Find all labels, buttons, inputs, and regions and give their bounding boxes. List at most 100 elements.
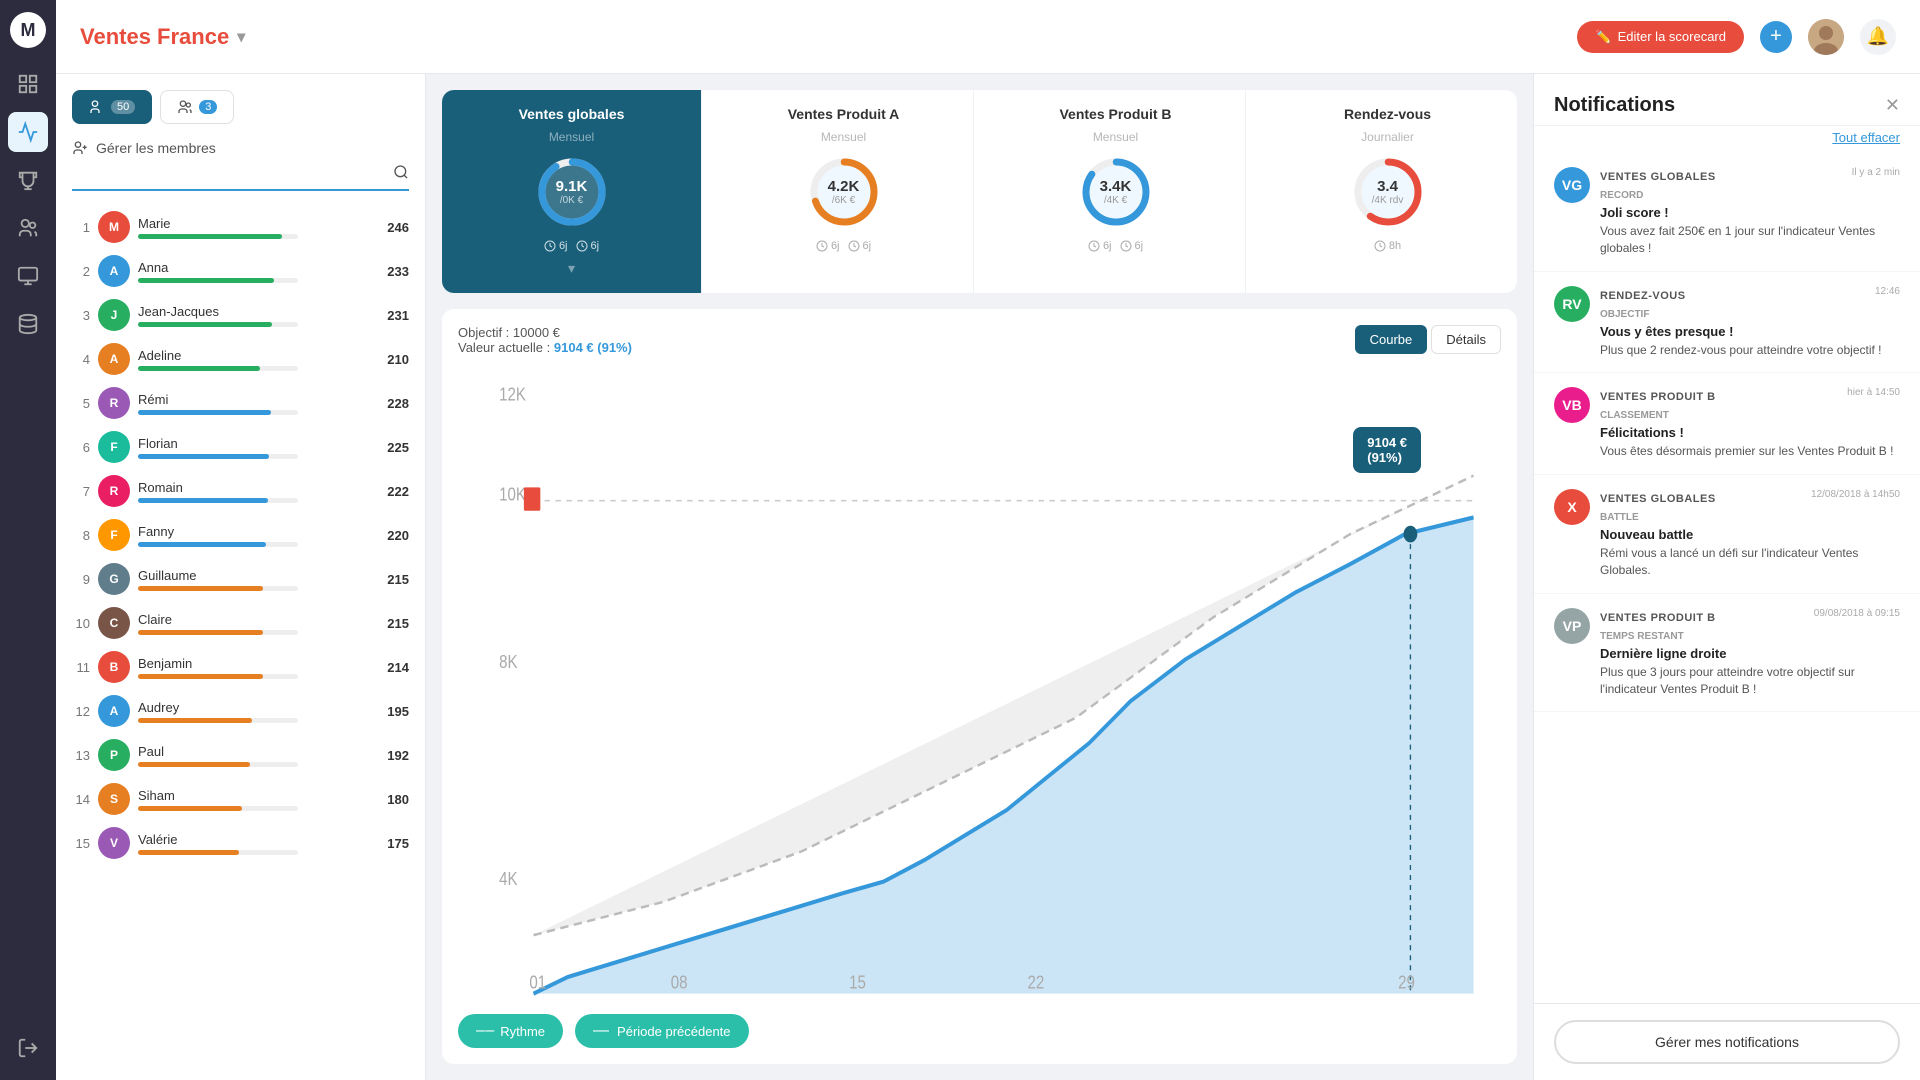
search-input[interactable]	[72, 167, 393, 183]
kpi-card-ventes_produit_a[interactable]: Ventes Produit A Mensuel 4.2K /6K € 6j 6…	[714, 90, 974, 293]
notif-header: Notifications ✕	[1534, 74, 1920, 126]
member-bar-bg	[138, 718, 298, 723]
member-score: 222	[377, 484, 409, 499]
list-item[interactable]: 1 M Marie 246	[72, 207, 409, 247]
list-item[interactable]: VB VENTES PRODUIT B CLASSEMENT hier à 14…	[1534, 373, 1920, 475]
member-rank: 8	[72, 528, 90, 543]
list-item[interactable]: 10 C Claire 215	[72, 603, 409, 643]
sidebar: M	[0, 0, 56, 1080]
avatar: C	[98, 607, 130, 639]
sidebar-item-trophy[interactable]	[8, 160, 48, 200]
edit-scorecard-button[interactable]: ✏️ Editer la scorecard	[1577, 21, 1744, 53]
list-item[interactable]: 5 R Rémi 228	[72, 383, 409, 423]
manage-notifications-button[interactable]: Gérer mes notifications	[1554, 1020, 1900, 1064]
close-notifications-button[interactable]: ✕	[1885, 95, 1900, 116]
member-rank: 7	[72, 484, 90, 499]
list-item[interactable]: 12 A Audrey 195	[72, 691, 409, 731]
member-rank: 6	[72, 440, 90, 455]
clear-all-link[interactable]: Tout effacer	[1534, 126, 1920, 153]
legend-periode-label: Période précédente	[617, 1024, 730, 1039]
kpi-meta: 6j 6j	[544, 240, 599, 252]
manage-members-link[interactable]: Gérer les membres	[72, 140, 409, 156]
list-item[interactable]: 3 J Jean-Jacques 231	[72, 295, 409, 335]
kpi-circle: 9.1K /0K €	[532, 152, 612, 232]
legend-rythme-btn[interactable]: – – Rythme	[458, 1014, 563, 1048]
sidebar-item-dashboard[interactable]	[8, 64, 48, 104]
logo-letter: M	[21, 20, 36, 41]
kpi-title: Ventes globales	[519, 106, 625, 122]
sidebar-item-team[interactable]	[8, 208, 48, 248]
member-score: 180	[377, 792, 409, 807]
legend-periode-btn[interactable]: — Période précédente	[575, 1014, 748, 1048]
list-item[interactable]: 7 R Romain 222	[72, 471, 409, 511]
kpi-card-ventes_globales[interactable]: Ventes globales Mensuel 9.1K /0K € 6j 6j…	[442, 90, 702, 293]
notif-item-title: Vous y êtes presque !	[1600, 324, 1900, 339]
member-bar	[138, 542, 266, 547]
list-item[interactable]: 2 A Anna 233	[72, 251, 409, 291]
chart-btn-courbe[interactable]: Courbe	[1355, 325, 1428, 354]
notif-item-title: Nouveau battle	[1600, 527, 1900, 542]
avatar: J	[98, 299, 130, 331]
list-item[interactable]: 14 S Siham 180	[72, 779, 409, 819]
groups-badge: 3	[199, 100, 217, 114]
sidebar-item-monitor[interactable]	[8, 256, 48, 296]
notif-type-label: CLASSEMENT	[1600, 410, 1669, 421]
member-bar-bg	[138, 762, 298, 767]
list-item[interactable]: 8 F Fanny 220	[72, 515, 409, 555]
sidebar-item-database[interactable]	[8, 304, 48, 344]
member-bar	[138, 718, 252, 723]
kpi-row: Ventes globales Mensuel 9.1K /0K € 6j 6j…	[442, 90, 1517, 293]
member-bar	[138, 498, 268, 503]
member-bar	[138, 234, 282, 239]
notifications-bell[interactable]: 🔔	[1860, 19, 1896, 55]
avatar[interactable]	[1808, 19, 1844, 55]
chevron-down-icon[interactable]: ▾	[237, 27, 245, 47]
kpi-card-rendez_vous[interactable]: Rendez-vous Journalier 3.4 /4K rdv 8h	[1258, 90, 1517, 293]
avatar: F	[98, 431, 130, 463]
sidebar-item-logout[interactable]	[8, 1028, 48, 1068]
list-item[interactable]: 6 F Florian 225	[72, 427, 409, 467]
kpi-meta: 6j 6j	[1088, 240, 1143, 252]
member-score: 195	[377, 704, 409, 719]
list-item[interactable]: 9 G Guillaume 215	[72, 559, 409, 599]
list-item[interactable]: X VENTES GLOBALES BATTLE 12/08/2018 à 14…	[1534, 475, 1920, 594]
notif-footer: Gérer mes notifications	[1534, 1003, 1920, 1080]
kpi-title: Ventes Produit B	[1059, 106, 1171, 122]
tab-groups[interactable]: 3	[160, 90, 234, 124]
tab-members[interactable]: 50	[72, 90, 152, 124]
member-name: Marie	[138, 216, 369, 231]
member-rank: 10	[72, 616, 90, 631]
list-item[interactable]: VG VENTES GLOBALES RECORD Il y a 2 min J…	[1534, 153, 1920, 272]
left-panel: 50 3 Gérer les membres	[56, 74, 426, 1080]
member-name: Siham	[138, 788, 369, 803]
kpi-meta-item1: 6j	[1088, 240, 1112, 252]
list-item[interactable]: VP VENTES PRODUIT B TEMPS RESTANT 09/08/…	[1534, 594, 1920, 713]
list-item[interactable]: 13 P Paul 192	[72, 735, 409, 775]
svg-text:4K: 4K	[499, 869, 518, 890]
notif-icon: VG	[1554, 167, 1590, 203]
list-item[interactable]: 15 V Valérie 175	[72, 823, 409, 863]
member-bar-bg	[138, 322, 298, 327]
chart-objectif: Objectif : 10000 €	[458, 325, 632, 340]
list-item[interactable]: RV RENDEZ-VOUS OBJECTIF 12:46 Vous y ête…	[1534, 272, 1920, 374]
member-bar	[138, 586, 263, 591]
list-item[interactable]: 11 B Benjamin 214	[72, 647, 409, 687]
edit-icon: ✏️	[1595, 29, 1611, 45]
sidebar-item-chart[interactable]	[8, 112, 48, 152]
notif-type-label: BATTLE	[1600, 512, 1639, 523]
member-bar	[138, 278, 274, 283]
kpi-title: Rendez-vous	[1344, 106, 1431, 122]
kpi-title: Ventes Produit A	[788, 106, 900, 122]
member-bar-bg	[138, 278, 298, 283]
chart-buttons: Courbe Détails	[1355, 325, 1501, 354]
member-rank: 5	[72, 396, 90, 411]
avatar: A	[98, 255, 130, 287]
search-icon[interactable]	[393, 164, 409, 185]
chart-btn-details[interactable]: Détails	[1431, 325, 1501, 354]
kpi-card-ventes_produit_b[interactable]: Ventes Produit B Mensuel 3.4K /4K € 6j 6…	[986, 90, 1246, 293]
list-item[interactable]: 4 A Adeline 210	[72, 339, 409, 379]
kpi-values: 4.2K /6K €	[828, 178, 860, 206]
app-logo[interactable]: M	[10, 12, 46, 48]
add-button[interactable]: +	[1760, 21, 1792, 53]
kpi-circle: 3.4K /4K €	[1076, 152, 1156, 232]
